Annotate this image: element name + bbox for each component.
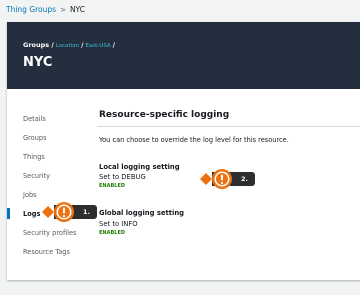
section-title: Resource-specific logging: [99, 110, 230, 120]
local-logging-value: Set to DEBUG: [99, 173, 146, 181]
exclamation-icon: [63, 207, 65, 214]
exclamation-icon: [221, 174, 223, 181]
breadcrumb: Thing Groups > NYC: [6, 5, 85, 14]
sidebar-item-groups[interactable]: Groups: [23, 134, 47, 142]
callout-1-shape: [42, 202, 97, 222]
header-crumb-region[interactable]: East-USA: [85, 43, 110, 49]
sidebar-item-logs[interactable]: Logs: [23, 210, 40, 218]
callout-1-number: 1.: [83, 208, 90, 216]
section-description: You can choose to override the log level…: [99, 136, 289, 144]
page-header: Groups / Location / East-USA / NYC: [7, 22, 360, 89]
global-logging-label: Global logging setting: [99, 209, 185, 217]
sidebar-item-security[interactable]: Security: [23, 172, 50, 180]
callout-2-number: 2.: [241, 175, 248, 183]
breadcrumb-current: NYC: [69, 5, 85, 14]
active-indicator: [7, 208, 10, 219]
local-logging-status: ENABLED: [99, 183, 126, 189]
header-crumb-separator: /: [112, 41, 116, 49]
sidebar-item-things[interactable]: Things: [23, 153, 45, 161]
sidebar-item-resource-tags[interactable]: Resource Tags: [23, 248, 70, 256]
page-title: NYC: [23, 55, 53, 70]
sidebar-item-jobs[interactable]: Jobs: [23, 191, 37, 199]
local-logging-label: Local logging setting: [99, 163, 180, 171]
thing-group-detail-card: Groups / Location / East-USA / NYC Detai…: [7, 22, 360, 280]
breadcrumb-thing-groups-link[interactable]: Thing Groups: [6, 5, 56, 14]
callout-1: 1.: [40, 202, 100, 222]
section-divider: [97, 126, 360, 127]
header-crumb-separator: /: [81, 41, 84, 49]
callout-2: 2.: [198, 169, 258, 189]
breadcrumb-separator: >: [60, 5, 66, 14]
sidebar-item-security-profiles[interactable]: Security profiles: [23, 229, 76, 237]
header-breadcrumb: Groups / Location / East-USA /: [23, 41, 115, 49]
sidebar-item-details[interactable]: Details: [23, 115, 46, 123]
header-crumb-groups[interactable]: Groups /: [23, 41, 54, 49]
side-navigation: Details Groups Things Security Jobs Logs…: [7, 89, 97, 280]
global-logging-value: Set to INFO: [99, 220, 138, 228]
header-crumb-location[interactable]: Location: [56, 43, 79, 49]
callout-2-shape: [200, 169, 255, 189]
global-logging-status: ENABLED: [99, 230, 126, 236]
